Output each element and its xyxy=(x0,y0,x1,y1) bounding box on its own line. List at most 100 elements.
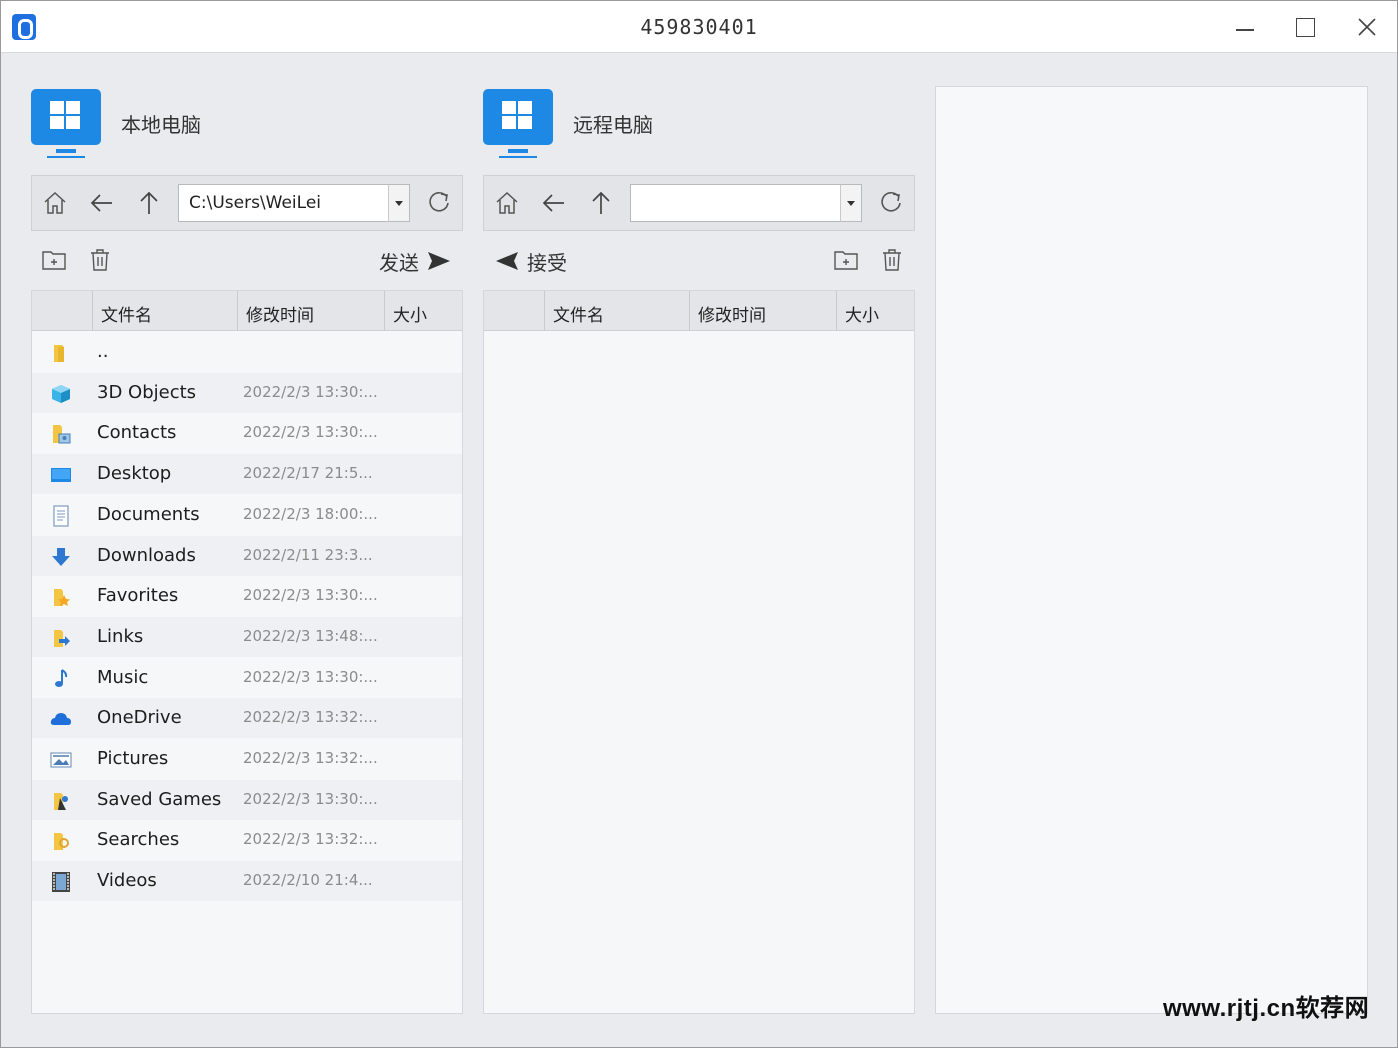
downloads-icon xyxy=(50,546,72,568)
transfer-queue-pane xyxy=(935,86,1368,1014)
file-modified-date: 2022/2/3 13:32:... xyxy=(243,749,378,767)
minimize-icon xyxy=(1236,29,1254,31)
local-home-button[interactable] xyxy=(38,186,72,220)
remote-path-dropdown-button[interactable] xyxy=(840,184,862,222)
file-name: Saved Games xyxy=(97,788,222,810)
arrow-left-icon xyxy=(90,194,112,212)
local-up-button[interactable] xyxy=(132,186,166,220)
file-name: .. xyxy=(97,341,109,362)
favorites-icon xyxy=(50,586,72,608)
local-refresh-button[interactable] xyxy=(422,186,456,220)
3d-objects-icon xyxy=(50,383,72,405)
videos-icon xyxy=(50,871,72,893)
file-name: Favorites xyxy=(97,585,179,607)
send-button[interactable]: 发送 xyxy=(379,245,451,277)
saved-games-icon xyxy=(50,790,72,812)
remote-file-list-header: 文件名 修改时间 大小 xyxy=(484,291,914,331)
local-column-name[interactable]: 文件名 xyxy=(92,291,237,331)
home-icon xyxy=(44,191,66,214)
remote-column-name[interactable]: 文件名 xyxy=(544,291,689,331)
documents-icon xyxy=(50,505,72,527)
new-folder-icon xyxy=(42,251,66,270)
remote-delete-button[interactable] xyxy=(877,245,907,275)
file-modified-date: 2022/2/3 18:00:... xyxy=(243,504,378,523)
file-row[interactable]: Documents 2022/2/3 18:00:... xyxy=(32,495,462,535)
remote-up-button[interactable] xyxy=(584,186,618,220)
remote-column-size[interactable]: 大小 xyxy=(836,291,916,331)
file-modified-date: 2022/2/11 23:3... xyxy=(243,545,373,564)
file-name: Searches xyxy=(97,829,180,851)
receive-arrow-icon xyxy=(496,252,518,270)
file-row[interactable]: Desktop 2022/2/17 21:5... xyxy=(32,454,462,495)
app-window: 459830401 本地电脑 C:\Users\WeiLei 发送 文件名 修改… xyxy=(0,0,1398,1048)
file-modified-date: 2022/2/17 21:5... xyxy=(243,464,373,483)
window-title: 459830401 xyxy=(640,15,758,39)
searches-icon xyxy=(50,830,72,852)
file-row[interactable]: Pictures 2022/2/3 13:32:... xyxy=(32,739,462,779)
desktop-icon xyxy=(50,464,72,486)
file-name: Links xyxy=(97,625,144,647)
file-row[interactable]: Contacts 2022/2/3 13:30:... xyxy=(32,413,462,453)
file-modified-date: 2022/2/3 13:32:... xyxy=(243,830,378,849)
trash-icon xyxy=(91,249,109,271)
local-path-input[interactable]: C:\Users\WeiLei xyxy=(178,184,389,222)
remote-home-button[interactable] xyxy=(490,186,524,220)
close-button[interactable] xyxy=(1345,9,1389,45)
file-name: Pictures xyxy=(97,748,169,769)
file-row[interactable]: Videos 2022/2/10 21:4... xyxy=(32,861,462,902)
trash-icon xyxy=(883,249,901,271)
file-modified-date: 2022/2/3 13:30:... xyxy=(243,382,378,401)
local-path-dropdown-button[interactable] xyxy=(388,184,410,222)
pictures-icon xyxy=(50,749,72,771)
local-delete-button[interactable] xyxy=(85,245,115,275)
watermark-text: www.rjtj.cn软荐网 xyxy=(1163,995,1370,1022)
remote-panel-title: 远程电脑 xyxy=(573,112,653,137)
local-file-list: 文件名 修改时间 大小 .. 3D Objects 2022/2/3 13:30:.… xyxy=(31,290,463,1014)
new-folder-icon xyxy=(834,251,858,270)
send-label: 发送 xyxy=(379,250,419,275)
file-name: Desktop xyxy=(97,463,172,485)
file-row[interactable]: Music 2022/2/3 13:30:... xyxy=(32,658,462,698)
file-row[interactable]: Downloads 2022/2/11 23:3... xyxy=(32,535,462,576)
maximize-button[interactable] xyxy=(1283,9,1327,45)
file-row[interactable]: Saved Games 2022/2/3 13:30:... xyxy=(32,779,462,820)
file-row[interactable]: .. xyxy=(32,332,462,372)
local-column-size[interactable]: 大小 xyxy=(384,291,464,331)
local-column-modified[interactable]: 修改时间 xyxy=(237,291,384,331)
minimize-button[interactable] xyxy=(1223,9,1267,45)
file-name: OneDrive xyxy=(97,707,182,729)
remote-refresh-button[interactable] xyxy=(874,186,908,220)
remote-panel-header: 远程电脑 xyxy=(483,89,653,161)
remote-toolbar: 接受 xyxy=(483,241,915,281)
local-back-button[interactable] xyxy=(85,186,119,220)
refresh-icon xyxy=(881,191,901,212)
file-row[interactable]: 3D Objects 2022/2/3 13:30:... xyxy=(32,372,462,413)
file-row[interactable]: OneDrive 2022/2/3 13:32:... xyxy=(32,698,462,739)
file-row[interactable]: Links 2022/2/3 13:48:... xyxy=(32,616,462,657)
remote-path-input[interactable] xyxy=(630,184,841,222)
send-arrow-icon xyxy=(428,252,450,270)
arrow-up-icon xyxy=(592,191,610,214)
remote-computer-icon xyxy=(483,89,553,161)
remote-new-folder-button[interactable] xyxy=(831,245,861,275)
file-modified-date: 2022/2/3 13:30:... xyxy=(243,423,378,442)
file-modified-date: 2022/2/3 13:32:... xyxy=(243,708,378,727)
local-new-folder-button[interactable] xyxy=(39,245,69,275)
remote-column-modified[interactable]: 修改时间 xyxy=(689,291,836,331)
onedrive-icon xyxy=(50,708,72,730)
receive-button[interactable]: 接受 xyxy=(495,245,567,277)
links-icon xyxy=(50,627,72,649)
folder-icon xyxy=(50,342,72,364)
file-row[interactable]: Searches 2022/2/3 13:32:... xyxy=(32,820,462,860)
remote-back-button[interactable] xyxy=(537,186,571,220)
file-modified-date: 2022/2/3 13:30:... xyxy=(243,789,378,808)
file-modified-date: 2022/2/3 13:30:... xyxy=(243,586,378,605)
arrow-up-icon xyxy=(140,191,158,214)
contacts-icon xyxy=(50,423,72,445)
file-name: Music xyxy=(97,666,149,688)
file-modified-date: 2022/2/3 13:30:... xyxy=(243,667,378,686)
file-row[interactable]: Favorites 2022/2/3 13:30:... xyxy=(32,576,462,616)
file-name: 3D Objects xyxy=(97,381,197,403)
remote-file-list: 文件名 修改时间 大小 xyxy=(483,290,915,1014)
home-icon xyxy=(496,191,518,214)
